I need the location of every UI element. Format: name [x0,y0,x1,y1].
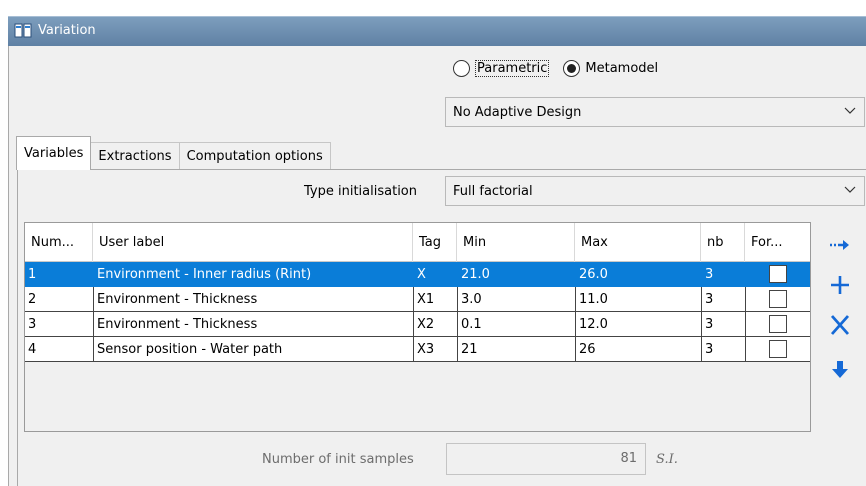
tab-label: Variables [24,146,84,161]
cell-user-label[interactable]: Environment - Thickness [93,287,413,312]
cell-max[interactable]: 11.0 [575,287,701,312]
cell-tag[interactable]: X [413,262,457,287]
chevron-down-icon [844,186,856,193]
type-initialisation-select[interactable]: Full factorial [445,176,865,206]
metamodel-radio[interactable] [563,60,581,77]
tab-extractions[interactable]: Extractions [90,142,180,170]
cell-max[interactable]: 26 [575,337,701,362]
table-row[interactable]: 3 Environment - Thickness X2 0.1 12.0 3 [25,312,810,337]
tab-variables[interactable]: Variables [16,136,92,170]
cell-min[interactable]: 21 [457,337,575,362]
column-header-max[interactable]: Max [575,223,701,262]
column-header-min[interactable]: Min [457,223,575,262]
cell-nb[interactable]: 3 [701,262,745,287]
cell-forced [745,262,810,287]
insert-after-icon[interactable] [828,234,852,256]
cell-min[interactable]: 0.1 [457,312,575,337]
parametric-radio[interactable] [453,60,470,77]
cell-user-label[interactable]: Environment - Inner radius (Rint) [93,262,413,287]
table-header: Num... User label Tag Min Max nb For... [25,223,810,262]
tab-label: Extractions [98,149,172,164]
forced-checkbox[interactable] [769,315,787,333]
cell-forced [745,337,810,362]
variables-table: Num... User label Tag Min Max nb For... … [24,222,811,432]
tab-computation-options[interactable]: Computation options [178,142,331,170]
parametric-label[interactable]: Parametric [475,60,550,77]
tab-label: Computation options [186,149,323,164]
cell-min[interactable]: 21.0 [457,262,575,287]
adaptive-design-value: No Adaptive Design [453,104,582,120]
cell-user-label[interactable]: Environment - Thickness [93,312,413,337]
forced-checkbox[interactable] [769,290,787,308]
init-samples-field: 81 [446,443,646,475]
column-header-forced[interactable]: For... [745,223,810,262]
cell-nb[interactable]: 3 [701,337,745,362]
cell-nb[interactable]: 3 [701,312,745,337]
cell-forced [745,287,810,312]
init-samples-unit: S.I. [656,452,678,467]
table-row[interactable]: 1 Environment - Inner radius (Rint) X 21… [25,262,810,287]
forced-checkbox[interactable] [769,265,787,283]
type-initialisation-value: Full factorial [453,183,533,199]
tab-bar: Variables Extractions Computation option… [16,136,331,170]
delete-icon[interactable] [828,314,852,336]
window-title: Variation [38,23,96,38]
cell-min[interactable]: 3.0 [457,287,575,312]
cell-nb[interactable]: 3 [701,287,745,312]
cell-forced [745,312,810,337]
adaptive-design-select[interactable]: No Adaptive Design [445,97,865,127]
column-header-user-label[interactable]: User label [93,223,413,262]
chevron-down-icon [844,107,856,114]
window-titlebar: Variation [8,16,866,46]
cell-tag[interactable]: X2 [413,312,457,337]
column-header-nb[interactable]: nb [701,223,745,262]
column-header-tag[interactable]: Tag [413,223,457,262]
cell-num: 1 [25,262,93,287]
table-row[interactable]: 2 Environment - Thickness X1 3.0 11.0 3 [25,287,810,312]
cell-max[interactable]: 26.0 [575,262,701,287]
book-icon [14,23,32,38]
cell-user-label[interactable]: Sensor position - Water path [93,337,413,362]
cell-num: 2 [25,287,93,312]
add-icon[interactable] [828,274,852,296]
init-samples-label: Number of init samples [262,452,414,467]
table-row[interactable]: 4 Sensor position - Water path X3 21 26 … [25,337,810,362]
mode-radio-group: Parametric Metamodel [453,60,658,77]
cell-num: 3 [25,312,93,337]
cell-tag[interactable]: X1 [413,287,457,312]
metamodel-label[interactable]: Metamodel [585,61,658,76]
move-down-icon[interactable] [828,358,852,380]
cell-tag[interactable]: X3 [413,337,457,362]
cell-num: 4 [25,337,93,362]
forced-checkbox[interactable] [769,340,787,358]
column-header-num[interactable]: Num... [25,223,93,262]
cell-max[interactable]: 12.0 [575,312,701,337]
type-initialisation-label: Type initialisation [304,184,417,199]
